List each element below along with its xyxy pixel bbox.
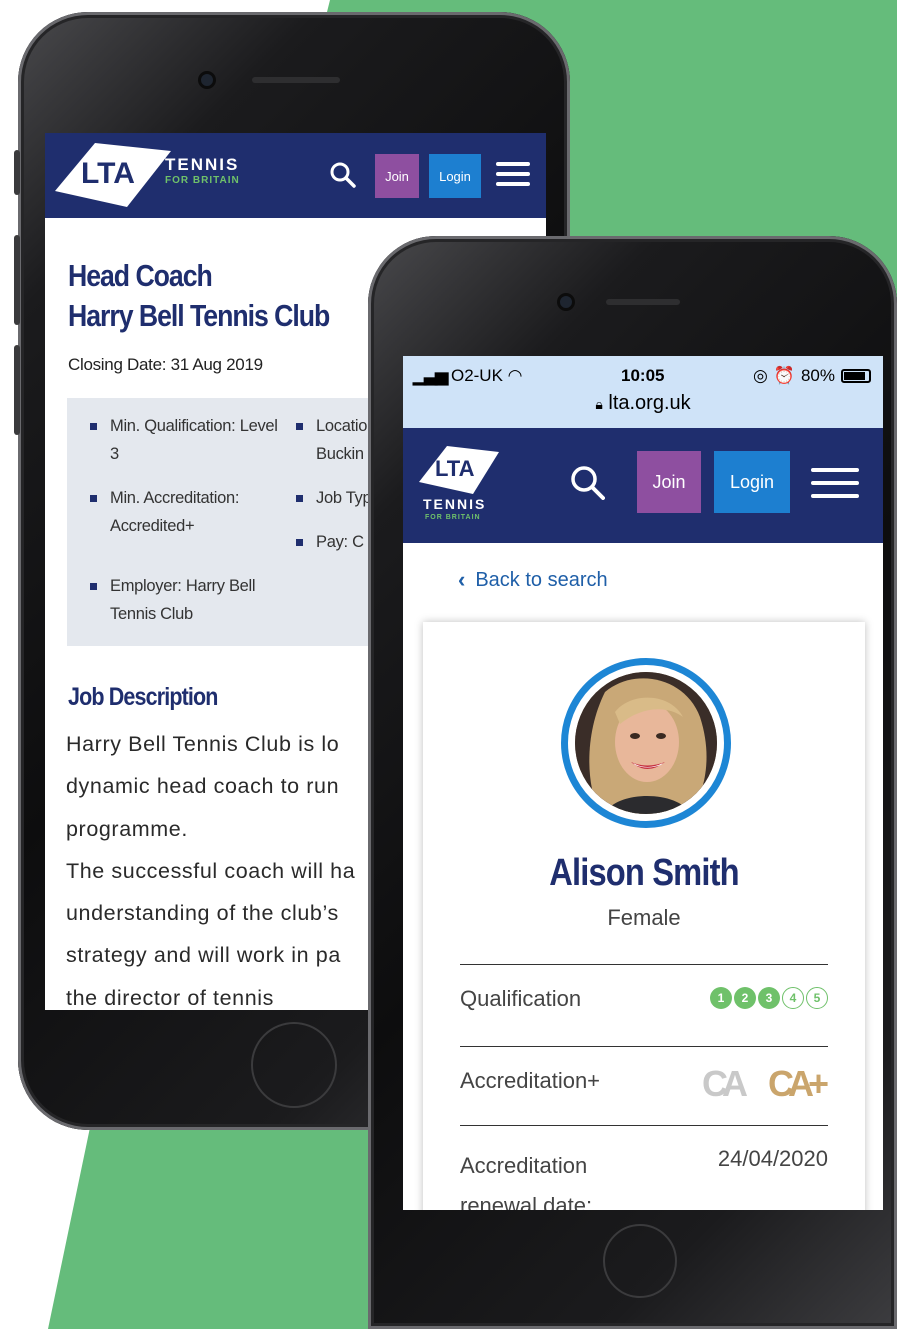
signal-bars-icon: ▁▃▅: [413, 366, 448, 385]
svg-text:LTA: LTA: [81, 157, 135, 190]
login-button[interactable]: Login: [429, 154, 481, 198]
svg-text:CA: CA: [702, 1063, 748, 1100]
svg-text:CA+: CA+: [768, 1063, 828, 1100]
lta-logo[interactable]: LTA: [55, 141, 173, 209]
earpiece-speaker: [252, 77, 340, 83]
location-text: Locatio: [316, 417, 368, 435]
qualification-level-2: 2: [734, 987, 756, 1009]
carrier-signal: ▁▃▅ O2-UK ◠: [413, 366, 523, 386]
job-title-role: Head Coach: [68, 258, 213, 293]
url-bar[interactable]: 🔒︎ lta.org.uk: [403, 392, 883, 415]
join-button[interactable]: Join: [375, 154, 419, 198]
qualification-label: Qualification: [460, 986, 582, 1011]
closing-date: Closing Date: 31 Aug 2019: [68, 355, 263, 374]
search-icon[interactable]: [330, 162, 356, 188]
min-qualification-text: Min. Qualification: Level: [110, 417, 278, 435]
coach-profile-card: Alison Smith Female Qualification 12345 …: [423, 622, 865, 1210]
min-accreditation-text: Min. Accreditation:: [110, 489, 240, 507]
battery-status: ◎ ⏰ 80%: [753, 366, 871, 386]
job-type-text: Job Typ: [316, 489, 372, 507]
pay-text: Pay: C: [316, 533, 364, 551]
front-camera: [557, 293, 575, 311]
qualification-level-4: 4: [782, 987, 804, 1009]
alarm-icon: ⏰: [773, 366, 795, 385]
divider: [460, 1046, 828, 1047]
mute-switch: [14, 150, 20, 195]
rotation-lock-icon: ◎: [752, 366, 768, 385]
logo-tennis-text: TENNIS: [165, 155, 240, 174]
chevron-left-icon: ‹: [458, 567, 466, 592]
pay-item: Pay: C: [296, 528, 364, 556]
wifi-icon: ◠: [507, 366, 523, 385]
bullet: [296, 423, 303, 430]
url-text: lta.org.uk: [608, 392, 691, 414]
battery-icon: [841, 369, 871, 383]
logo-for-britain-text: FOR BRITAIN: [425, 514, 481, 521]
ios-status-bar: ▁▃▅ O2-UK ◠ 10:05 ◎ ⏰ 80% 🔒︎ lta.org.uk: [403, 356, 883, 428]
qualification-level-3: 3: [758, 987, 780, 1009]
min-qualification-value: 3: [110, 445, 119, 463]
bullet: [90, 423, 97, 430]
logo-tennis-text: TENNIS: [423, 496, 487, 512]
renewal-date-value: 24/04/2020: [717, 1146, 828, 1171]
min-qualification-item: Min. Qualification: Level 3: [90, 412, 300, 468]
home-button[interactable]: [603, 1224, 677, 1298]
site-header: LTA TENNIS FOR BRITAIN Join Login: [45, 133, 546, 218]
avatar: [575, 672, 717, 814]
job-title: Head Coach Harry Bell Tennis Club: [68, 256, 330, 336]
home-button[interactable]: [251, 1022, 337, 1108]
hamburger-menu-icon[interactable]: [496, 162, 530, 186]
renewal-label-line: renewal date:: [460, 1193, 593, 1210]
ca-plus-badge-icon: CA+: [768, 1063, 828, 1100]
battery-percent: 80%: [800, 366, 835, 385]
job-description-heading: Job Description: [68, 683, 218, 711]
volume-up-button: [14, 235, 20, 325]
login-button[interactable]: Login: [714, 451, 790, 513]
divider: [460, 1125, 828, 1126]
status-time: 10:05: [621, 366, 665, 385]
qualification-level-1: 1: [710, 987, 732, 1009]
qualification-level-5: 5: [806, 987, 828, 1009]
coach-photo: [575, 672, 717, 814]
back-to-search-label: Back to search: [475, 568, 608, 591]
location-value: Buckin: [316, 445, 364, 463]
join-button[interactable]: Join: [637, 451, 701, 513]
qualification-levels: 12345: [710, 987, 828, 1009]
accreditation-badges: CA CA+: [700, 1062, 828, 1100]
min-accreditation-value: Accredited+: [110, 517, 195, 535]
volume-down-button: [14, 345, 20, 435]
job-type-item: Job Typ: [296, 484, 372, 512]
renewal-date-label: Accreditation renewal date:: [460, 1146, 592, 1210]
front-camera: [198, 71, 216, 89]
earpiece-speaker: [606, 299, 680, 305]
coach-name: Alison Smith: [549, 852, 739, 894]
accreditation-label: Accreditation+: [460, 1068, 601, 1093]
lta-logo[interactable]: LTA: [417, 444, 501, 496]
employer-text: Employer: Harry Bell: [110, 577, 256, 595]
renewal-label-line: Accreditation: [460, 1153, 588, 1178]
bullet: [296, 539, 303, 546]
bullet: [296, 495, 303, 502]
coach-gender: Female: [607, 905, 681, 930]
ca-badge-icon: CA: [702, 1063, 754, 1100]
bullet: [90, 495, 97, 502]
bullet: [90, 583, 97, 590]
avatar-ring: [561, 658, 731, 828]
hamburger-menu-icon[interactable]: [811, 468, 859, 498]
lock-icon: 🔒︎: [595, 396, 603, 412]
logo-for-britain-text: FOR BRITAIN: [165, 175, 240, 186]
divider: [460, 964, 828, 965]
carrier-name: O2-UK: [450, 366, 503, 385]
job-title-club: Harry Bell Tennis Club: [68, 298, 330, 333]
employer-value: Tennis Club: [110, 605, 193, 623]
location-item: Locatio Buckin: [296, 412, 368, 468]
back-to-search-link[interactable]: ‹ Back to search: [458, 567, 608, 593]
min-accreditation-item: Min. Accreditation: Accredited+: [90, 484, 300, 540]
site-header: LTA TENNIS FOR BRITAIN Join Login: [403, 428, 883, 543]
employer-item: Employer: Harry Bell Tennis Club: [90, 572, 300, 628]
coach-profile-screen: ▁▃▅ O2-UK ◠ 10:05 ◎ ⏰ 80% 🔒︎ lta.org.uk …: [403, 356, 883, 1210]
svg-text:LTA: LTA: [435, 456, 475, 481]
search-icon[interactable]: [571, 466, 605, 500]
